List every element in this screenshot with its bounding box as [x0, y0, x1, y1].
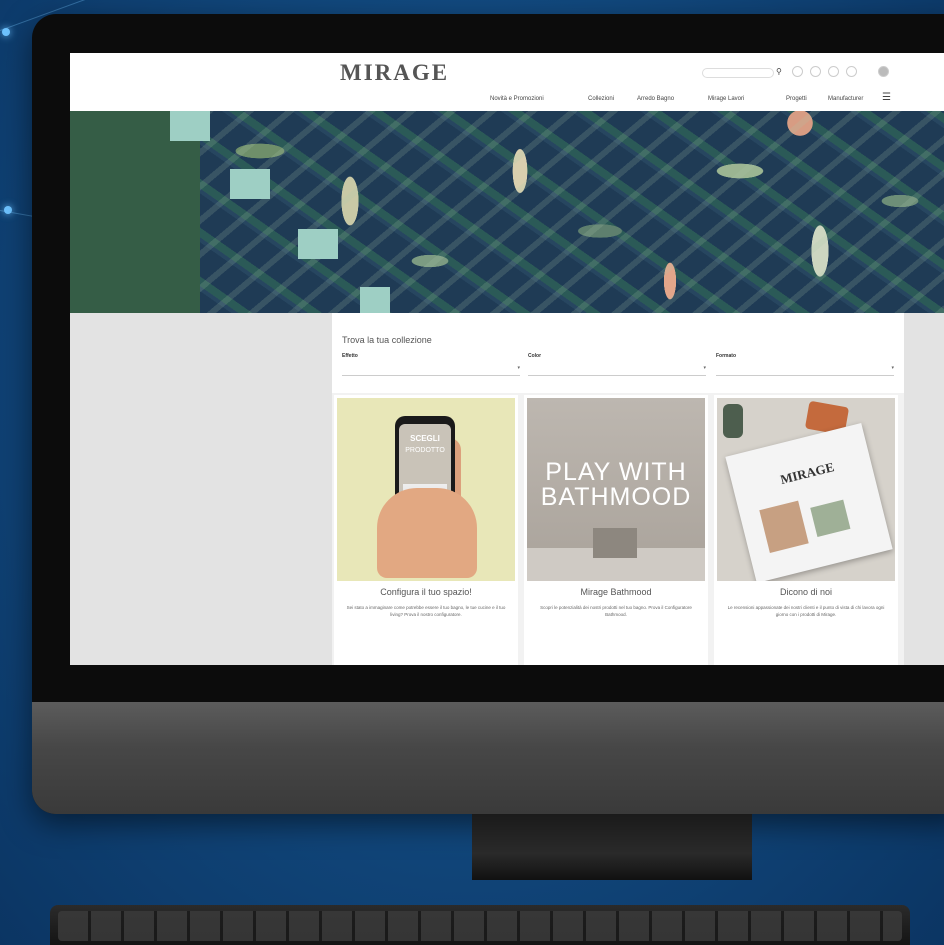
filter-label-format: Formato [716, 353, 736, 359]
card-reviews[interactable]: MIRAGE Dicono di noi Le recensioni appas… [714, 395, 898, 665]
card-configurator[interactable]: SCEGLI PRODOTTO Configura il tuo spazio!… [334, 395, 518, 665]
card-description: Sei stato a immaginare come potrebbe ess… [346, 605, 506, 617]
search-input[interactable] [702, 68, 774, 78]
stair-step [230, 169, 270, 199]
bathmood-image: PLAY WITH BATHMOOD [527, 398, 705, 581]
collection-finder: Trova la tua collezione Effetto ▾ Color … [332, 313, 904, 393]
nav-item-bath[interactable]: Arredo Bagno [637, 96, 674, 102]
card-title[interactable]: Dicono di noi [714, 587, 898, 597]
card-description: Scopri le potenzialità dei nostri prodot… [540, 605, 692, 617]
chevron-down-icon: ▾ [703, 365, 706, 371]
phone-text-choose: SCEGLI [410, 434, 440, 443]
site-header: MIRAGE ⚲ Novità e Promozioni Collezioni … [70, 53, 944, 111]
keyboard [50, 905, 910, 945]
chevron-down-icon: ▾ [517, 365, 520, 371]
side-panel-right [904, 313, 944, 665]
bathmood-headline: PLAY WITH BATHMOOD [540, 458, 692, 511]
side-panel-left [70, 313, 332, 665]
plant-pot [723, 404, 743, 438]
monitor-stand [472, 814, 752, 880]
social-icon[interactable] [846, 66, 857, 77]
nav-item-collections[interactable]: Collezioni [588, 96, 614, 102]
stair-step [360, 287, 390, 313]
filter-label-color: Color [528, 353, 542, 359]
color-select[interactable]: ▾ [528, 363, 706, 376]
magazine-logo: MIRAGE [778, 459, 836, 487]
floral-wallpaper [200, 111, 944, 313]
profile-icon[interactable] [878, 66, 889, 77]
browser-screen: MIRAGE ⚲ Novità e Promozioni Collezioni … [70, 53, 944, 665]
keyboard-keys [58, 911, 902, 941]
reviews-image: MIRAGE [717, 398, 895, 581]
background-dot [4, 206, 12, 214]
stair-step [298, 229, 338, 259]
chevron-down-icon: ▾ [891, 365, 894, 371]
site-logo[interactable]: MIRAGE [340, 60, 449, 86]
phone-text-product: PRODOTTO [405, 447, 445, 454]
configurator-image: SCEGLI PRODOTTO [337, 398, 515, 581]
nav-item-projects[interactable]: Progetti [786, 96, 807, 102]
hand [377, 488, 477, 578]
nav-item-works[interactable]: Mirage Lavori [708, 96, 744, 102]
effect-select[interactable]: ▾ [342, 363, 520, 376]
monitor-chin [32, 702, 944, 814]
background-dot [2, 28, 10, 36]
hamburger-icon[interactable]: ☰ [882, 92, 891, 103]
language-icon[interactable] [810, 66, 821, 77]
card-description: Le recensioni appassionate dei nostri cl… [727, 605, 885, 617]
card-bathmood[interactable]: PLAY WITH BATHMOOD Mirage Bathmood Scopr… [524, 395, 708, 665]
finder-title: Trova la tua collezione [342, 335, 432, 345]
share-icon[interactable] [828, 66, 839, 77]
stair-step [170, 111, 210, 141]
filter-label-effect: Effetto [342, 353, 358, 359]
user-icon[interactable] [792, 66, 803, 77]
nav-item-manufacturer[interactable]: Manufacturer [828, 96, 863, 102]
card-title[interactable]: Mirage Bathmood [524, 587, 708, 597]
hero-banner [70, 111, 944, 313]
search-icon[interactable]: ⚲ [776, 67, 782, 76]
nav-item-promo[interactable]: Novità e Promozioni [490, 96, 544, 102]
format-select[interactable]: ▾ [716, 363, 894, 376]
card-title[interactable]: Configura il tuo spazio! [334, 587, 518, 597]
